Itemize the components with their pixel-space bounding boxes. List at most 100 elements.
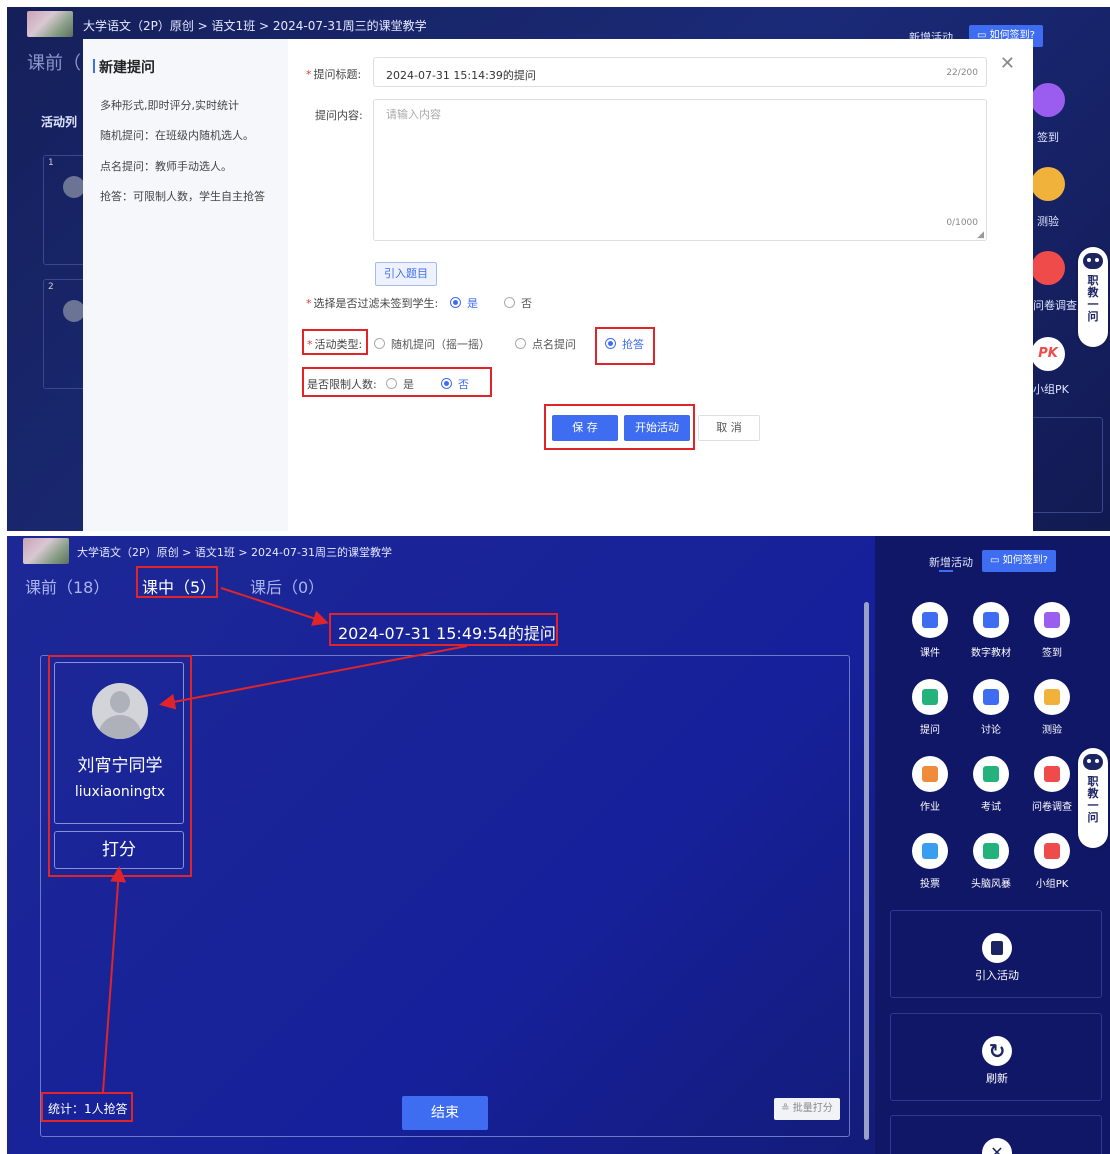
activity-icon-glyph <box>1044 689 1060 705</box>
resize-handle-icon[interactable]: ◢ <box>977 230 984 240</box>
tab-before-class[interactable]: 课前（18） <box>25 574 109 598</box>
close-icon: ✕ <box>982 1138 1012 1154</box>
annotation-box <box>329 613 558 646</box>
annotation-box <box>544 404 695 450</box>
close-icon[interactable]: ✕ <box>1000 53 1015 74</box>
batch-score-button[interactable]: ≗ 批量打分 <box>774 1098 840 1120</box>
import-activity-icon <box>982 933 1012 963</box>
activity-icon-glyph <box>983 689 999 705</box>
create-question-screen: 大学语文（2P）原创 > 语文1班 > 2024-07-31周三的课堂教学 新增… <box>7 7 1110 531</box>
filter-no-radio[interactable]: 否 <box>504 295 532 311</box>
close-card[interactable]: ✕ <box>890 1115 1102 1154</box>
side-card[interactable] <box>1031 417 1103 513</box>
activity-icon[interactable] <box>1034 679 1070 715</box>
activity-icon[interactable] <box>912 756 948 792</box>
activity-icon[interactable] <box>973 756 1009 792</box>
tab-underline <box>939 570 953 572</box>
breadcrumb: 大学语文（2P）原创 > 语文1班 > 2024-07-31周三的课堂教学 <box>83 19 427 33</box>
type-rollcall-radio[interactable]: 点名提问 <box>515 336 576 352</box>
checkin-icon <box>63 176 85 198</box>
activity-icon-glyph <box>922 689 938 705</box>
robot-icon <box>1083 754 1103 770</box>
activity-label: 小组PK <box>1035 879 1069 890</box>
activity-sidebar: 新增活动 ▭ 如何签到? 课件 数字教材 签到 提问 讨论 测验 作业 考试 问卷调查 投票 头脑风… <box>875 536 1110 1154</box>
annotation-box <box>136 566 218 598</box>
intro-line: 多种形式,即时评分,实时统计 <box>100 99 239 112</box>
activity-icon-glyph <box>922 766 938 782</box>
activity-icon[interactable] <box>973 833 1009 869</box>
activity-label: 问卷调查 <box>1032 802 1072 813</box>
import-question-button[interactable]: 引入题目 <box>375 262 437 286</box>
intro-line: 点名提问：教师手动选人。 <box>100 160 232 173</box>
activity-label: 考试 <box>981 802 1001 813</box>
activity-label: 课件 <box>920 648 940 659</box>
activity-icon-glyph <box>983 612 999 628</box>
ai-assistant-label: 职 教 一 问 <box>1087 274 1099 323</box>
refresh-label: 刷新 <box>986 1072 1008 1085</box>
cancel-button[interactable]: 取 消 <box>698 415 760 441</box>
activity-card-index: 1 <box>48 158 54 168</box>
end-button[interactable]: 结束 <box>402 1096 488 1130</box>
activity-label: 签到 <box>1042 648 1062 659</box>
type-random-radio[interactable]: 随机提问（摇一摇） <box>374 336 490 352</box>
annotation-box <box>48 655 192 877</box>
ai-assistant-float[interactable]: 职 教 一 问 <box>1078 247 1108 347</box>
annotation-box <box>595 327 655 365</box>
new-question-dialog: 新建提问 多种形式,即时评分,实时统计 随机提问：在班级内随机选人。 点名提问：… <box>83 39 1033 531</box>
content-placeholder: 请输入内容 <box>386 108 441 121</box>
tab-after-class[interactable]: 课后（0） <box>250 574 324 598</box>
content-char-count: 0/1000 <box>946 218 978 228</box>
activity-icon-glyph <box>1044 843 1060 859</box>
activity-icon[interactable] <box>912 602 948 638</box>
filter-label: * 选择是否过滤未签到学生: <box>306 297 439 310</box>
activity-icon[interactable] <box>912 833 948 869</box>
annotation-box <box>302 367 492 397</box>
dialog-title: 新建提问 <box>93 57 155 77</box>
refresh-card[interactable]: ↻ 刷新 <box>890 1013 1102 1101</box>
side-label-survey: 问卷调查 <box>1033 299 1077 312</box>
ai-assistant-float[interactable]: 职 教 一 问 <box>1078 748 1108 848</box>
import-activity-label: 引入活动 <box>975 969 1019 982</box>
scrollbar[interactable] <box>864 602 869 1140</box>
side-label-quiz: 测验 <box>1037 215 1059 228</box>
content-field-label: 提问内容: <box>315 109 363 122</box>
activity-icon[interactable] <box>973 602 1009 638</box>
activity-icon[interactable] <box>973 679 1009 715</box>
import-activity-card[interactable]: 引入活动 <box>890 910 1102 998</box>
activity-list-heading: 活动列 <box>41 115 78 129</box>
activity-label: 讨论 <box>981 725 1001 736</box>
new-activity-label: 新增活动 <box>929 556 973 569</box>
activity-label: 数字教材 <box>971 648 1011 659</box>
title-input[interactable]: 2024-07-31 15:14:39的提问 22/200 <box>373 57 987 87</box>
activity-icon[interactable] <box>1034 833 1070 869</box>
activity-icon[interactable] <box>912 679 948 715</box>
quiz-icon[interactable] <box>1031 167 1065 201</box>
activity-icon-glyph <box>983 843 999 859</box>
robot-icon <box>1083 253 1103 269</box>
filter-yes-radio[interactable]: 是 <box>450 295 478 311</box>
activity-icon-glyph <box>922 612 938 628</box>
activity-label: 投票 <box>920 879 940 890</box>
batch-score-label: 批量打分 <box>792 1103 833 1114</box>
activity-icon[interactable] <box>1034 756 1070 792</box>
activity-icon[interactable] <box>1034 602 1070 638</box>
survey-icon[interactable] <box>1031 251 1065 285</box>
batch-score-icon: ≗ <box>781 1103 793 1114</box>
title-input-value: 2024-07-31 15:14:39的提问 <box>386 69 536 82</box>
activity-icon-glyph <box>983 766 999 782</box>
intro-line: 随机提问：在班级内随机选人。 <box>100 129 254 142</box>
how-to-sign-button[interactable]: ▭ 如何签到? <box>982 550 1056 572</box>
tab-before-class-bg[interactable]: 课前（ <box>27 49 81 75</box>
activity-icon-glyph <box>922 843 938 859</box>
group-pk-icon[interactable]: PK <box>1031 337 1065 371</box>
ai-assistant-label: 职 教 一 问 <box>1087 775 1099 824</box>
dialog-intro: 新建提问 多种形式,即时评分,实时统计 随机提问：在班级内随机选人。 点名提问：… <box>83 39 288 531</box>
video-icon: ▭ <box>990 555 1003 566</box>
intro-line: 抢答：可限制人数，学生自主抢答 <box>100 190 265 203</box>
checkin-icon[interactable] <box>1031 83 1065 117</box>
activity-label: 提问 <box>920 725 940 736</box>
content-textarea[interactable]: 请输入内容 0/1000 ◢ <box>373 99 987 241</box>
in-class-question-screen: 大学语文（2P）原创 > 语文1班 > 2024-07-31周三的课堂教学 课前… <box>7 536 1110 1154</box>
annotation-box <box>41 1092 133 1122</box>
side-label-checkin: 签到 <box>1037 131 1059 144</box>
